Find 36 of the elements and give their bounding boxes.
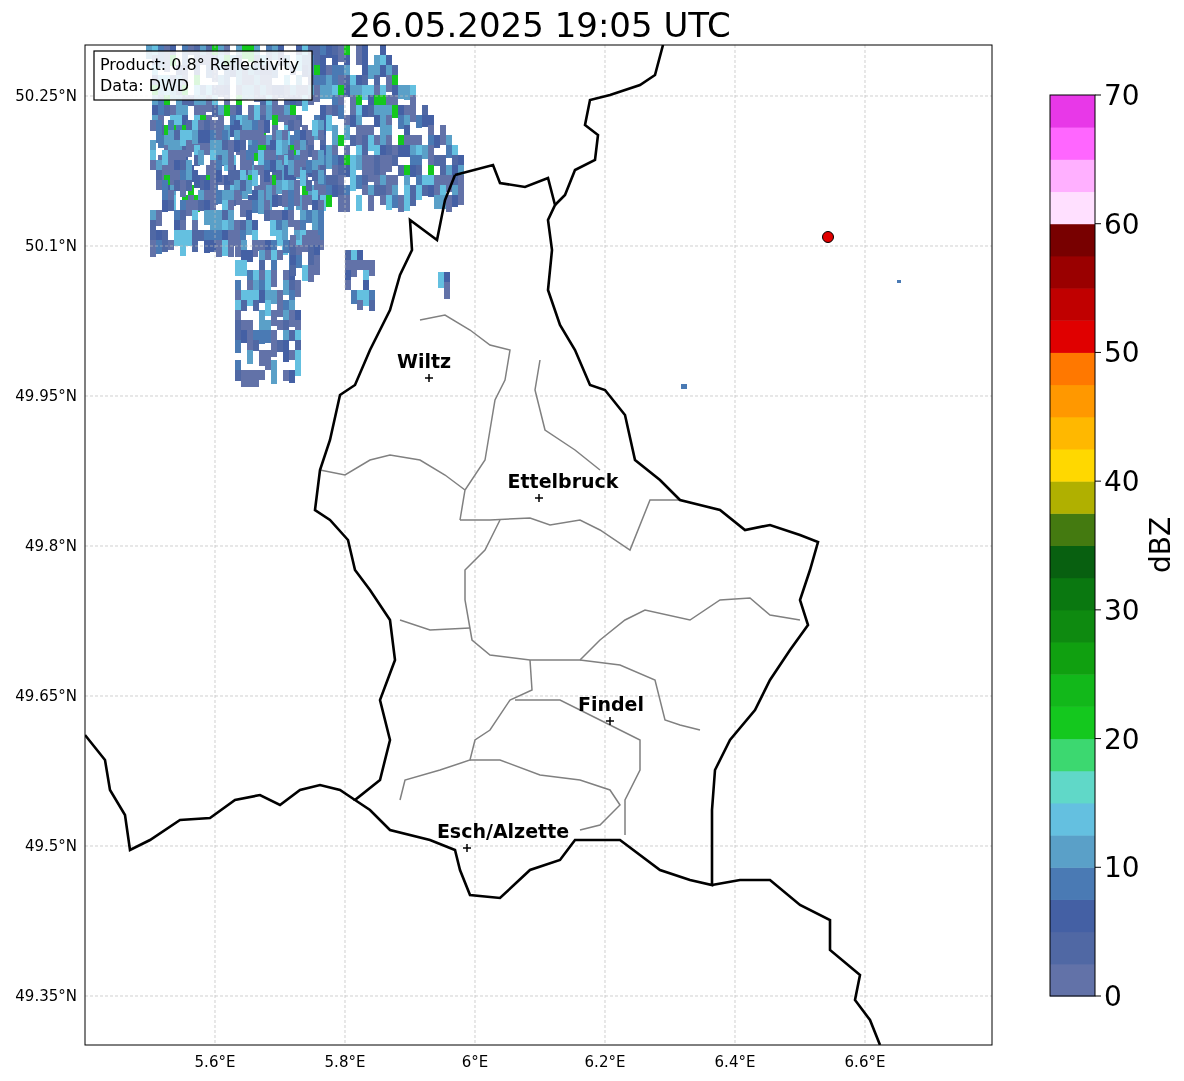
axis-tick-label: 5.8°E: [324, 1053, 366, 1071]
city-label: Findel: [578, 693, 644, 715]
city-label: Wiltz: [396, 350, 452, 372]
info-text: Data: DWD: [100, 76, 190, 95]
radar-echo-drawing: [681, 384, 687, 389]
radar-echo-drawing: [897, 280, 901, 283]
location-marker-icon: [822, 231, 834, 243]
colorbar-tick-label: 0: [1104, 980, 1122, 1013]
axis-tick-label: 50.25°N: [15, 87, 77, 105]
axis-tick-label: 5.6°E: [194, 1053, 236, 1071]
axis-tick-label: 6.4°E: [714, 1053, 756, 1071]
axis-tick-label: 49.5°N: [24, 837, 77, 855]
info-text: Product: 0.8° Reflectivity: [100, 55, 300, 74]
colorbar-tick-label: 40: [1104, 465, 1140, 499]
colorbar-tick-label: 70: [1104, 79, 1140, 112]
city-marker-icon: [534, 493, 544, 503]
figure-title: 26.05.2025 19:05 UTC: [349, 5, 731, 45]
axis-tick-label: 6°E: [461, 1053, 489, 1071]
axis-tick-label: 50.1°N: [24, 237, 77, 255]
axis-tick-label: 49.8°N: [24, 537, 77, 555]
city-marker-icon: [424, 373, 434, 383]
colorbar-tick-label: 10: [1104, 851, 1140, 885]
colorbar-label: dBZ: [1144, 516, 1177, 574]
axis-tick-label: 49.95°N: [15, 387, 77, 405]
colorbar-tick-label: 50: [1104, 336, 1140, 370]
colorbar-tick-label: 30: [1104, 593, 1140, 627]
city-label: Ettelbruck: [507, 470, 619, 492]
colorbar-tick-label: 60: [1104, 207, 1140, 241]
axis-tick-label: 49.35°N: [15, 987, 77, 1005]
city-marker-icon: [462, 843, 472, 853]
city-marker-icon: [605, 716, 615, 726]
city-label: Esch/Alzette: [436, 820, 570, 842]
axis-tick-label: 49.65°N: [15, 687, 77, 705]
colorbar-tick-label: 20: [1104, 722, 1140, 756]
axis-tick-label: 6.2°E: [584, 1053, 626, 1071]
axis-tick-label: 6.6°E: [844, 1053, 886, 1071]
